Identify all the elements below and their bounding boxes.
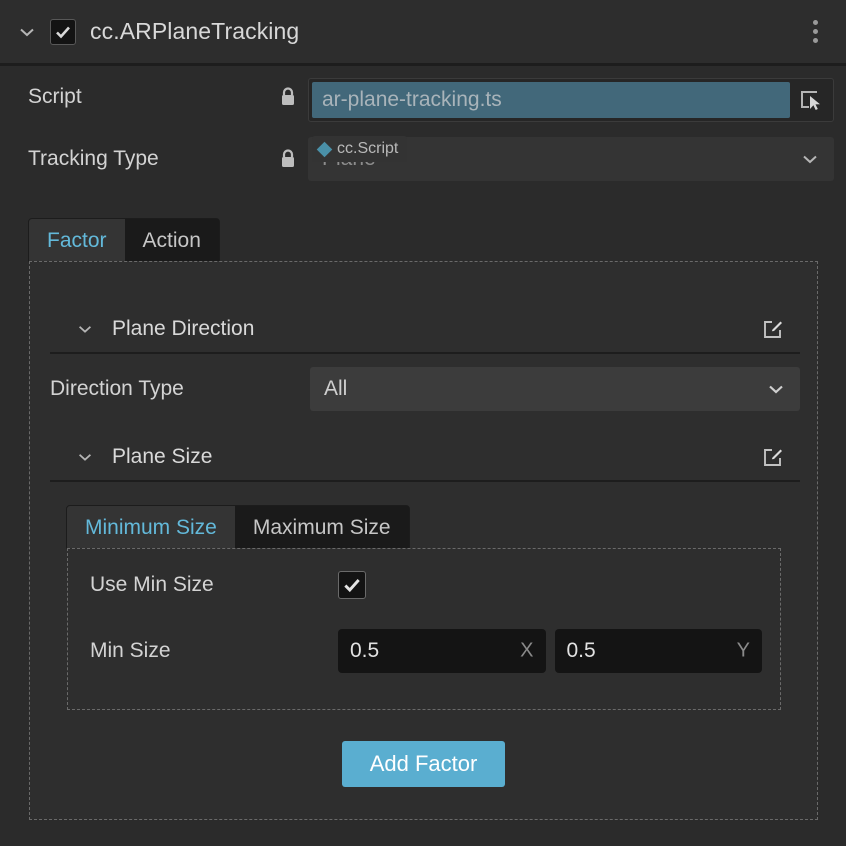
factor-panel: Plane Direction Direction Type All Plane…: [29, 261, 818, 820]
size-tab-strip: Minimum Size Maximum Size: [66, 505, 410, 551]
plane-size-header[interactable]: Plane Size: [50, 434, 800, 482]
direction-type-value: All: [324, 377, 348, 400]
plane-direction-header[interactable]: Plane Direction: [50, 306, 800, 354]
component-title: cc.ARPlaneTracking: [90, 18, 300, 44]
inspector-panel: cc.ARPlaneTracking Script cc.Script ar-p…: [0, 0, 846, 846]
tab-maximum-size-label: Maximum Size: [252, 516, 391, 539]
lock-icon: [278, 148, 298, 170]
tab-factor-label: Factor: [47, 229, 107, 252]
min-size-x-value: 0.5: [350, 639, 380, 662]
tracking-type-row: Tracking Type Plane: [0, 128, 846, 190]
script-label: Script: [28, 85, 82, 108]
min-size-label: Min Size: [90, 639, 171, 662]
use-min-size-checkbox[interactable]: [338, 571, 366, 599]
component-header: cc.ARPlaneTracking: [0, 0, 846, 66]
add-factor-button[interactable]: Add Factor: [341, 741, 506, 787]
tab-action-label: Action: [142, 229, 201, 252]
script-type-tag: cc.Script: [312, 136, 408, 162]
direction-type-label: Direction Type: [50, 377, 184, 400]
use-min-size-label: Use Min Size: [90, 573, 214, 596]
script-value[interactable]: ar-plane-tracking.ts: [312, 82, 790, 118]
chevron-down-icon[interactable]: [72, 444, 98, 470]
tab-action[interactable]: Action: [124, 219, 219, 263]
diamond-icon: [316, 141, 333, 157]
minimum-size-panel: Use Min Size Min Size 0.5 X 0.5 Y: [67, 548, 781, 710]
tab-minimum-size[interactable]: Minimum Size: [67, 506, 235, 550]
select-node-icon[interactable]: [790, 82, 830, 118]
chevron-down-icon: [800, 149, 820, 169]
tab-minimum-size-label: Minimum Size: [85, 516, 217, 539]
direction-type-select[interactable]: All: [310, 367, 800, 411]
plane-size-section: Plane Size: [50, 434, 800, 482]
min-size-y-input[interactable]: 0.5 Y: [554, 629, 762, 673]
min-size-y-value: 0.5: [566, 639, 596, 662]
axis-y-label: Y: [736, 639, 750, 662]
tab-maximum-size[interactable]: Maximum Size: [234, 506, 409, 550]
kebab-menu-icon[interactable]: [804, 19, 826, 45]
min-size-row: Min Size 0.5 X 0.5 Y: [90, 629, 762, 673]
lock-icon: [278, 86, 298, 108]
plane-size-title: Plane Size: [112, 445, 213, 468]
chevron-down-icon[interactable]: [72, 316, 98, 342]
min-size-x-input[interactable]: 0.5 X: [338, 629, 546, 673]
tab-factor[interactable]: Factor: [29, 219, 125, 263]
component-enabled-checkbox[interactable]: [50, 18, 76, 45]
use-min-size-row: Use Min Size: [90, 571, 366, 599]
edit-square-icon[interactable]: [760, 316, 786, 342]
axis-x-label: X: [520, 639, 534, 662]
script-type-tag-label: cc.Script: [337, 140, 399, 157]
tracking-type-label: Tracking Type: [28, 147, 159, 170]
collapse-chevron-down-icon[interactable]: [14, 19, 40, 45]
plane-direction-title: Plane Direction: [112, 317, 255, 340]
chevron-down-icon: [766, 379, 786, 399]
plane-direction-section: Plane Direction: [50, 306, 800, 354]
add-factor-row: Add Factor: [30, 741, 817, 787]
script-field[interactable]: ar-plane-tracking.ts: [308, 78, 834, 122]
script-row: Script cc.Script ar-plane-tracking.ts: [0, 66, 846, 162]
direction-type-row: Direction Type All: [50, 367, 800, 411]
main-tab-strip: Factor Action: [28, 218, 220, 264]
edit-square-icon[interactable]: [760, 444, 786, 470]
